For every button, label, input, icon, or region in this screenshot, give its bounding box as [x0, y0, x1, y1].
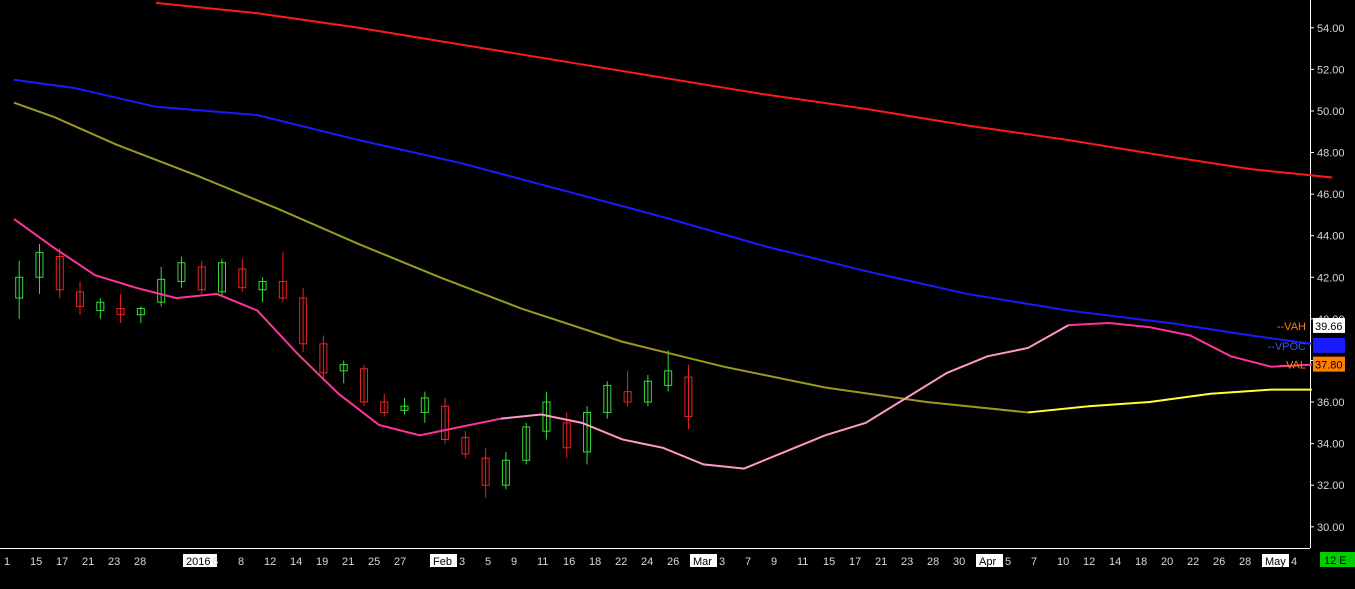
x-tick-label: 21 — [875, 556, 887, 568]
x-tick-label: 14 — [1109, 556, 1121, 568]
y-tick-label: 30.00 — [1317, 522, 1345, 534]
level-tag-text-vpoc: 38.70 — [1315, 341, 1343, 353]
level-label-vpoc: --VPOC — [1268, 341, 1307, 353]
x-tick-label: 19 — [316, 556, 328, 568]
level-tag-text-val: 37.80 — [1315, 360, 1343, 372]
x-tick-label: 18 — [1135, 556, 1147, 568]
x-tick-label: 22 — [1187, 556, 1199, 568]
x-month-label: Feb — [433, 556, 452, 568]
x-tick-label: 21 — [342, 556, 354, 568]
price-chart: 30.0032.0034.0036.0038.0040.0042.0044.00… — [0, 0, 1355, 589]
x-tick-label: 10 — [1057, 556, 1069, 568]
x-tick-label: 5 — [1005, 556, 1011, 568]
x-tick-label: 4 — [1291, 556, 1297, 568]
y-tick-label: 50.00 — [1317, 106, 1345, 118]
y-tick-label: 46.00 — [1317, 189, 1345, 201]
x-tick-label: 28 — [927, 556, 939, 568]
x-tick-label: 11 — [537, 556, 548, 568]
y-tick-label: 32.00 — [1317, 480, 1345, 492]
level-label-vah: --VAH — [1277, 321, 1306, 333]
x-tick-label: 23 — [108, 556, 120, 568]
x-tick-label: 8 — [238, 556, 244, 568]
level-tag-text-vah: 39.66 — [1315, 321, 1343, 333]
x-tick-label: 28 — [1239, 556, 1251, 568]
x-tick-label: 12 — [1083, 556, 1095, 568]
x-tick-label: 24 — [641, 556, 653, 568]
x-tick-label: 15 — [30, 556, 42, 568]
x-tick-label: 9 — [511, 556, 517, 568]
x-tick-label: 7 — [1031, 556, 1037, 568]
x-month-label: 2016 — [186, 556, 210, 568]
x-tick-label: 12 — [264, 556, 276, 568]
corner-badge-text: 12 E — [1324, 555, 1347, 567]
x-tick-label: 11 — [797, 556, 808, 568]
x-month-label: Mar — [693, 556, 712, 568]
x-tick-label: 21 — [82, 556, 94, 568]
y-tick-label: 42.00 — [1317, 272, 1345, 284]
x-tick-label: 26 — [1213, 556, 1225, 568]
y-tick-label: 34.00 — [1317, 439, 1345, 451]
x-tick-label: 3 — [459, 556, 465, 568]
x-tick-label: 1 — [4, 556, 10, 568]
x-tick-label: 27 — [394, 556, 406, 568]
x-tick-label: 16 — [563, 556, 575, 568]
x-tick-label: 28 — [134, 556, 146, 568]
x-month-label: May — [1265, 556, 1286, 568]
x-tick-label: 6 — [212, 556, 218, 568]
x-tick-label: 7 — [745, 556, 751, 568]
x-tick-label: 18 — [589, 556, 601, 568]
x-tick-label: 25 — [368, 556, 380, 568]
y-tick-label: 54.00 — [1317, 23, 1345, 35]
x-tick-label: 5 — [485, 556, 491, 568]
x-tick-label: 22 — [615, 556, 627, 568]
y-tick-label: 36.00 — [1317, 397, 1345, 409]
x-tick-label: 23 — [901, 556, 913, 568]
y-tick-label: 52.00 — [1317, 64, 1345, 76]
x-month-label: Apr — [979, 556, 996, 568]
x-tick-label: 17 — [56, 556, 68, 568]
x-tick-label: 30 — [953, 556, 965, 568]
level-label-val: --VAL — [1279, 360, 1306, 372]
x-tick-label: 17 — [849, 556, 861, 568]
x-tick-label: 3 — [719, 556, 725, 568]
x-tick-label: 9 — [771, 556, 777, 568]
x-tick-label: 14 — [290, 556, 302, 568]
x-tick-label: 20 — [1161, 556, 1173, 568]
y-tick-label: 44.00 — [1317, 231, 1345, 243]
x-tick-label: 15 — [823, 556, 835, 568]
y-tick-label: 48.00 — [1317, 148, 1345, 160]
x-tick-label: 26 — [667, 556, 679, 568]
